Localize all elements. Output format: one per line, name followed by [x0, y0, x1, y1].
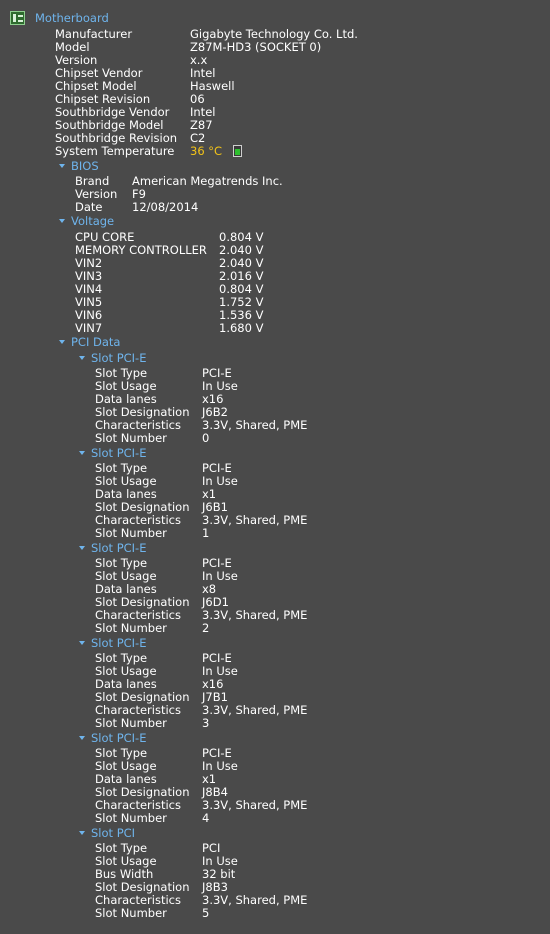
property-label: System Temperature [55, 144, 175, 158]
property-value: 3.3V, Shared, PME [202, 703, 308, 717]
group-title: Slot PCI-E [91, 351, 147, 365]
group-title: Voltage [71, 214, 115, 228]
collapse-arrow-icon[interactable] [79, 355, 85, 360]
pci-slot-header[interactable]: Slot PCI [79, 827, 135, 840]
motherboard-icon [10, 11, 25, 25]
collapse-arrow-icon[interactable] [79, 450, 85, 455]
property-value: 5 [202, 906, 210, 920]
group-title: PCI Data [71, 335, 121, 349]
property-value: Z87M-HD3 (SOCKET 0) [190, 40, 322, 54]
group-title: Slot PCI-E [91, 446, 147, 460]
group-title: Slot PCI-E [91, 636, 147, 650]
collapse-arrow-icon[interactable] [79, 735, 85, 740]
group-title: Slot PCI-E [91, 541, 147, 555]
property-label: VIN7 [75, 321, 103, 335]
property-label: Slot Number [95, 716, 167, 730]
property-value: 36 °C [190, 144, 223, 158]
collapse-arrow-icon[interactable] [59, 339, 65, 344]
property-value: 1 [202, 526, 210, 540]
property-label: Slot Number [95, 431, 167, 445]
property-label: Slot Number [95, 811, 167, 825]
property-value: 3.3V, Shared, PME [202, 418, 308, 432]
property-value: American Megatrends Inc. [132, 174, 283, 188]
property-value: 3 [202, 716, 210, 730]
collapse-arrow-icon[interactable] [79, 640, 85, 645]
pci-slot-header[interactable]: Slot PCI-E [79, 637, 146, 650]
property-value: 12/08/2014 [132, 200, 199, 214]
group-title: Slot PCI-E [91, 731, 147, 745]
collapse-arrow-icon[interactable] [59, 218, 65, 223]
temperature-gauge-icon [233, 145, 242, 157]
pci-data-section-header[interactable]: PCI Data [59, 336, 120, 349]
property-label: Slot Number [95, 906, 167, 920]
property-value: 2 [202, 621, 210, 635]
property-value: 4 [202, 811, 210, 825]
temperature-gauge-fill [235, 149, 240, 155]
property-value: 3.3V, Shared, PME [202, 513, 308, 527]
property-value: 3.3V, Shared, PME [202, 608, 308, 622]
property-value: 1.680 V [219, 321, 264, 335]
property-value: 3.3V, Shared, PME [202, 798, 308, 812]
voltage-section-header[interactable]: Voltage [59, 215, 114, 228]
group-title: Slot PCI [91, 826, 136, 840]
pci-slot-header[interactable]: Slot PCI-E [79, 542, 146, 555]
group-title: BIOS [71, 159, 99, 173]
property-label: Date [75, 200, 103, 214]
property-value: 0 [202, 431, 210, 445]
pci-slot-header[interactable]: Slot PCI-E [79, 732, 146, 745]
property-label: Slot Number [95, 526, 167, 540]
property-label: Slot Number [95, 621, 167, 635]
pci-slot-header[interactable]: Slot PCI-E [79, 352, 146, 365]
pci-slot-header[interactable]: Slot PCI-E [79, 447, 146, 460]
motherboard-title: Motherboard [35, 11, 109, 25]
collapse-arrow-icon[interactable] [59, 163, 65, 168]
property-value: 3.3V, Shared, PME [202, 893, 308, 907]
bios-section-header[interactable]: BIOS [59, 160, 99, 173]
motherboard-header[interactable]: Motherboard [10, 11, 109, 25]
collapse-arrow-icon[interactable] [79, 830, 85, 835]
collapse-arrow-icon[interactable] [79, 545, 85, 550]
